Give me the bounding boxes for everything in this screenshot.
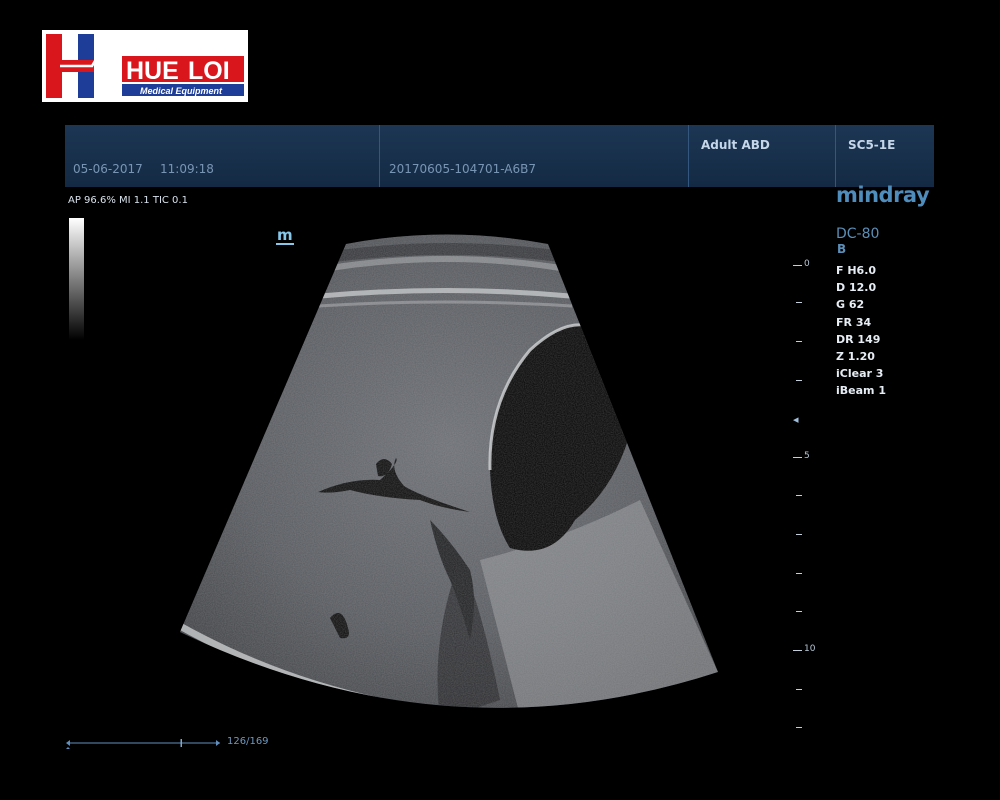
depth-tick <box>796 302 802 303</box>
depth-tick <box>796 341 802 342</box>
focus-marker-icon: ◂ <box>793 413 799 426</box>
param-depth: D 12.0 <box>836 281 877 295</box>
brand-logo: mindray <box>836 183 930 207</box>
device-model: DC-80 <box>836 226 880 242</box>
param-frequency: F H6.0 <box>836 264 877 277</box>
imaging-mode: B <box>837 242 847 256</box>
cine-frame-counter: 126/169 <box>227 736 269 747</box>
param-iclear: iClear 3 <box>836 367 884 381</box>
imaging-parameters: F H6.0 D 12.0 G 62 FR 34 DR 149 Z 1.20 i… <box>836 262 886 400</box>
depth-tick <box>796 534 802 535</box>
depth-tick <box>796 611 802 612</box>
depth-tick <box>796 380 802 381</box>
depth-label-0: 0 <box>804 259 810 269</box>
depth-label-10: 10 <box>804 644 816 654</box>
param-frame-rate: FR 34 <box>836 315 872 329</box>
cine-progress-bar[interactable] <box>66 737 226 749</box>
depth-tick <box>796 727 802 728</box>
depth-tick <box>793 650 802 651</box>
param-zoom: Z 1.20 <box>836 349 875 363</box>
depth-label-5: 5 <box>804 451 810 461</box>
ultrasound-sector-image <box>180 234 718 708</box>
depth-tick <box>793 457 802 458</box>
param-dynamic-range: DR 149 <box>836 332 881 346</box>
depth-tick <box>796 495 802 496</box>
param-ibeam: iBeam 1 <box>836 384 886 398</box>
depth-tick <box>796 689 802 690</box>
param-gain: G 62 <box>836 298 865 312</box>
depth-tick <box>796 573 802 574</box>
depth-tick <box>793 265 802 266</box>
